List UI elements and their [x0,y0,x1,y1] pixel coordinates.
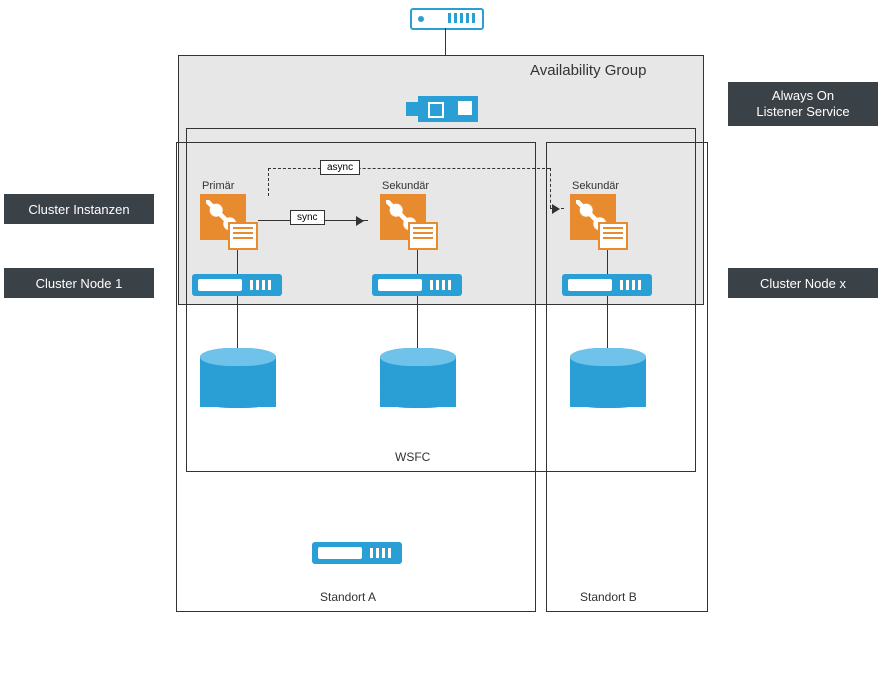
line-srv2-disk [417,296,418,350]
server-node-2-icon [372,274,462,296]
sekundar1-label: Sekundär [382,180,429,192]
router-icon [410,8,484,30]
primar-label: Primär [202,180,234,192]
line-sql1-to-srv [237,250,238,274]
nic-card-icon [418,96,478,122]
diagram-stage: { "labels": { "cluster_instanzen": "Clus… [0,0,887,687]
sql-primary-icon [200,194,246,240]
async-h [268,168,550,169]
label-always-on: Always On Listener Service [728,82,878,126]
server-node-x-icon [562,274,652,296]
sql-secondary1-icon [380,194,426,240]
storage-1-icon [200,348,276,424]
sync-label: sync [290,210,325,225]
label-cluster-node-1: Cluster Node 1 [4,268,154,298]
line-sql2-to-srv [417,250,418,274]
line-sql3-to-srv [607,250,608,274]
async-v2 [550,168,551,208]
storage-3-icon [570,348,646,424]
async-arrow-tip [550,208,564,209]
server-standort-a-icon [312,542,402,564]
label-cluster-instanzen: Cluster Instanzen [4,194,154,224]
async-label: async [320,160,360,175]
line-srv3-disk [607,296,608,350]
availability-group-title: Availability Group [530,62,646,79]
label-cluster-node-x: Cluster Node x [728,268,878,298]
storage-2-icon [380,348,456,424]
line-srv1-disk [237,296,238,350]
sql-secondary2-icon [570,194,616,240]
async-v1 [268,168,269,196]
server-node-1-icon [192,274,282,296]
sekundar2-label: Sekundär [572,180,619,192]
